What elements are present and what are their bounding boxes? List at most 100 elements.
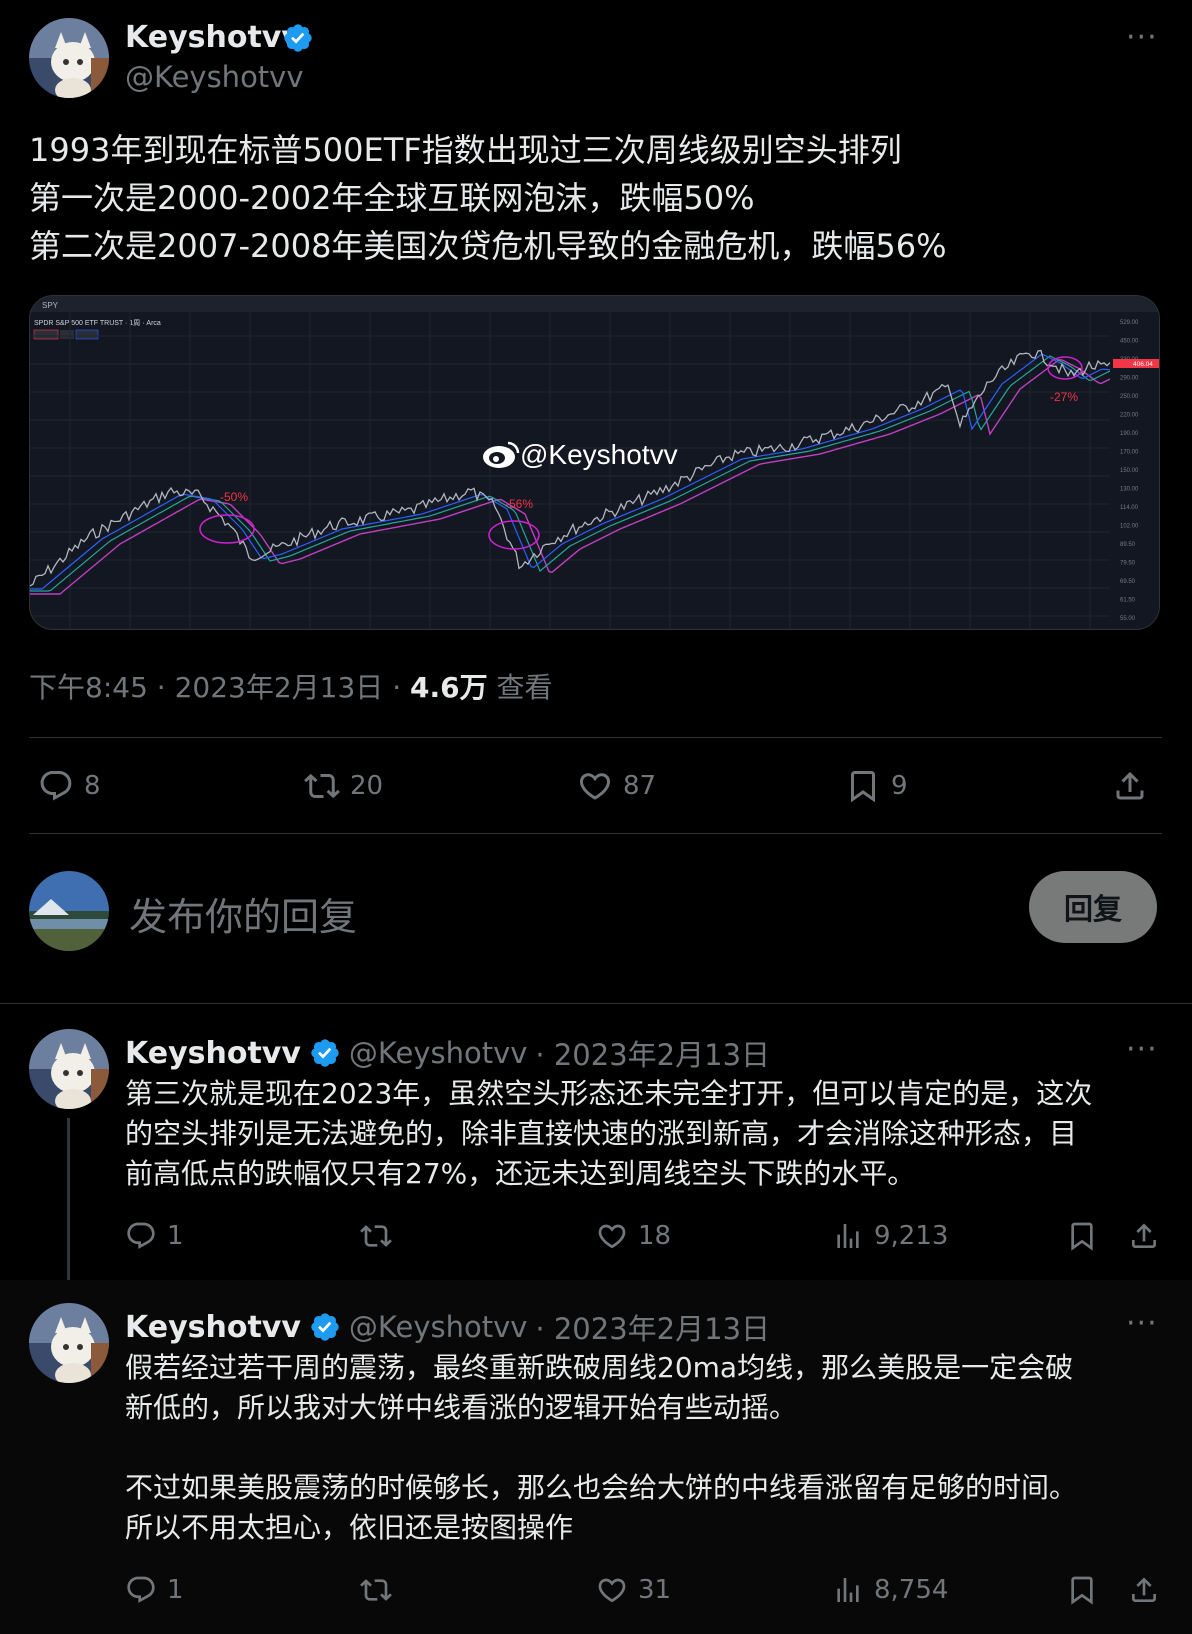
bookmark-button[interactable]: 9 [845,768,908,804]
like-button[interactable]: 87 [577,768,656,804]
reply-icon [40,771,72,801]
price-axis-label: 290.00 [1120,376,1139,382]
bookmark-icon [1071,1222,1093,1251]
reply-count: 1 [167,1221,184,1251]
price-axis-label: 89.50 [1120,542,1136,548]
like-button[interactable]: 31 [596,1574,671,1606]
tweet-meta: 下午8:45 · 2023年2月13日 · 4.6万 查看 [29,666,553,706]
reply-date[interactable]: · 2023年2月13日 [535,1306,770,1348]
weibo-icon [483,441,520,468]
reply-header: Keyshotvv @Keyshotvv · 2023年2月13日 [125,1306,770,1348]
reply-count: 1 [167,1575,184,1605]
tweet-time[interactable]: 下午8:45 [29,671,148,704]
views-count[interactable]: 4.6万 [410,671,488,704]
share-button[interactable] [1112,768,1148,804]
bookmark-icon [851,771,875,803]
chart-watermark: @Keyshotvv [520,439,678,470]
share-icon [1132,1223,1156,1248]
bookmark-button[interactable] [1066,1220,1098,1252]
drawdown-label-3: -27% [1050,390,1078,404]
more-options-icon[interactable]: ··· [1126,20,1158,55]
price-tag: 406.04 [1133,361,1153,368]
views-count: 9,213 [874,1221,949,1251]
author-name[interactable]: Keyshotvv [125,20,301,55]
reply-icon [127,1576,155,1603]
like-icon [579,773,611,800]
reply-input[interactable]: 发布你的回复 [129,886,357,941]
price-axis-label: 114.00 [1120,505,1139,511]
chart-title: SPDR S&P 500 ETF TRUST · 1周 · Arca [34,319,161,327]
tweet-date[interactable]: 2023年2月13日 [175,671,384,704]
retweet-button[interactable]: 20 [304,768,383,804]
author-avatar[interactable] [29,18,109,98]
retweet-icon [360,1579,392,1601]
reply-avatar[interactable] [29,1029,109,1109]
reply-button[interactable]: 1 [125,1220,184,1252]
divider [29,737,1162,738]
reply-button[interactable]: 1 [125,1574,184,1606]
drawdown-label-1: -50% [220,490,248,504]
price-axis-label: 150.00 [1120,468,1139,474]
reply-icon [127,1222,155,1249]
views-label: 查看 [496,671,553,704]
views-button[interactable]: 9,213 [832,1220,948,1252]
reply-date[interactable]: · 2023年2月13日 [535,1032,770,1074]
chart-image[interactable]: SPY SPDR S&P 500 ETF TRUST · 1周 · Arca -… [29,295,1160,630]
price-axis-label: 450.00 [1120,339,1139,345]
like-count: 18 [638,1221,672,1251]
share-button[interactable] [1128,1574,1160,1606]
share-icon [1132,1577,1156,1602]
views-button[interactable]: 8,754 [832,1574,948,1606]
like-count: 31 [638,1575,672,1605]
verified-badge-icon [311,1313,339,1341]
price-axis-label: 79.50 [1120,561,1136,567]
price-axis-label: 190.00 [1120,431,1139,437]
reply-count: 8 [84,771,101,801]
my-avatar[interactable] [29,871,109,951]
chart-symbol: SPY [42,301,59,310]
price-axis-label: 55.00 [1120,616,1136,622]
meta-sep: · [156,671,166,704]
like-button[interactable]: 18 [596,1220,671,1252]
more-options-icon[interactable]: ··· [1126,1032,1158,1067]
price-axis-label: 69.50 [1120,579,1136,585]
reply-author-name[interactable]: Keyshotvv [125,1036,301,1071]
bookmark-button[interactable] [1066,1574,1098,1606]
retweet-button[interactable] [360,1220,392,1252]
tweet-text: 1993年到现在标普500ETF指数出现过三次周线级别空头排列 第一次是2000… [29,131,947,265]
author-handle[interactable]: @Keyshotvv [125,60,304,94]
reply-author-handle[interactable]: @Keyshotvv [349,1310,528,1344]
price-axis-label: 529.00 [1120,320,1139,326]
like-icon [598,1578,626,1603]
share-icon [1116,771,1144,800]
reply-author-handle[interactable]: @Keyshotvv [349,1036,528,1070]
reply-button[interactable]: 8 [38,768,101,804]
retweet-icon [304,773,340,799]
retweet-icon [360,1225,392,1247]
verified-badge-icon [284,24,312,52]
views-count: 8,754 [874,1575,949,1605]
like-icon [598,1224,626,1249]
price-axis-label: 250.00 [1120,394,1139,400]
thread-line [67,1118,70,1293]
bookmark-count: 9 [891,771,908,801]
reply-header: Keyshotvv @Keyshotvv · 2023年2月13日 [125,1032,770,1074]
price-axis-label: 220.00 [1120,413,1139,419]
price-axis-label: 170.00 [1120,450,1139,456]
drawdown-label-2: -56% [505,497,533,511]
retweet-count: 20 [350,771,384,801]
reply-text: 假若经过若干周的震荡，最终重新跌破周线20ma均线，那么美股是一定会破 新低的，… [125,1351,1078,1544]
price-axis-label: 130.00 [1120,487,1139,493]
reply-text: 第三次就是现在2023年，虽然空头形态还未完全打开，但可以肯定的是，这次 的空头… [125,1077,1093,1190]
verified-badge-icon [311,1039,339,1067]
divider [0,1003,1192,1004]
reply-submit-button[interactable]: 回复 [1029,871,1157,943]
bookmark-icon [1071,1576,1093,1605]
price-axis-label: 61.50 [1120,598,1136,604]
reply-author-name[interactable]: Keyshotvv [125,1310,301,1345]
reply-avatar[interactable] [29,1303,109,1383]
retweet-button[interactable] [360,1574,392,1606]
divider [29,833,1162,834]
share-button[interactable] [1128,1220,1160,1252]
more-options-icon[interactable]: ··· [1126,1306,1158,1341]
